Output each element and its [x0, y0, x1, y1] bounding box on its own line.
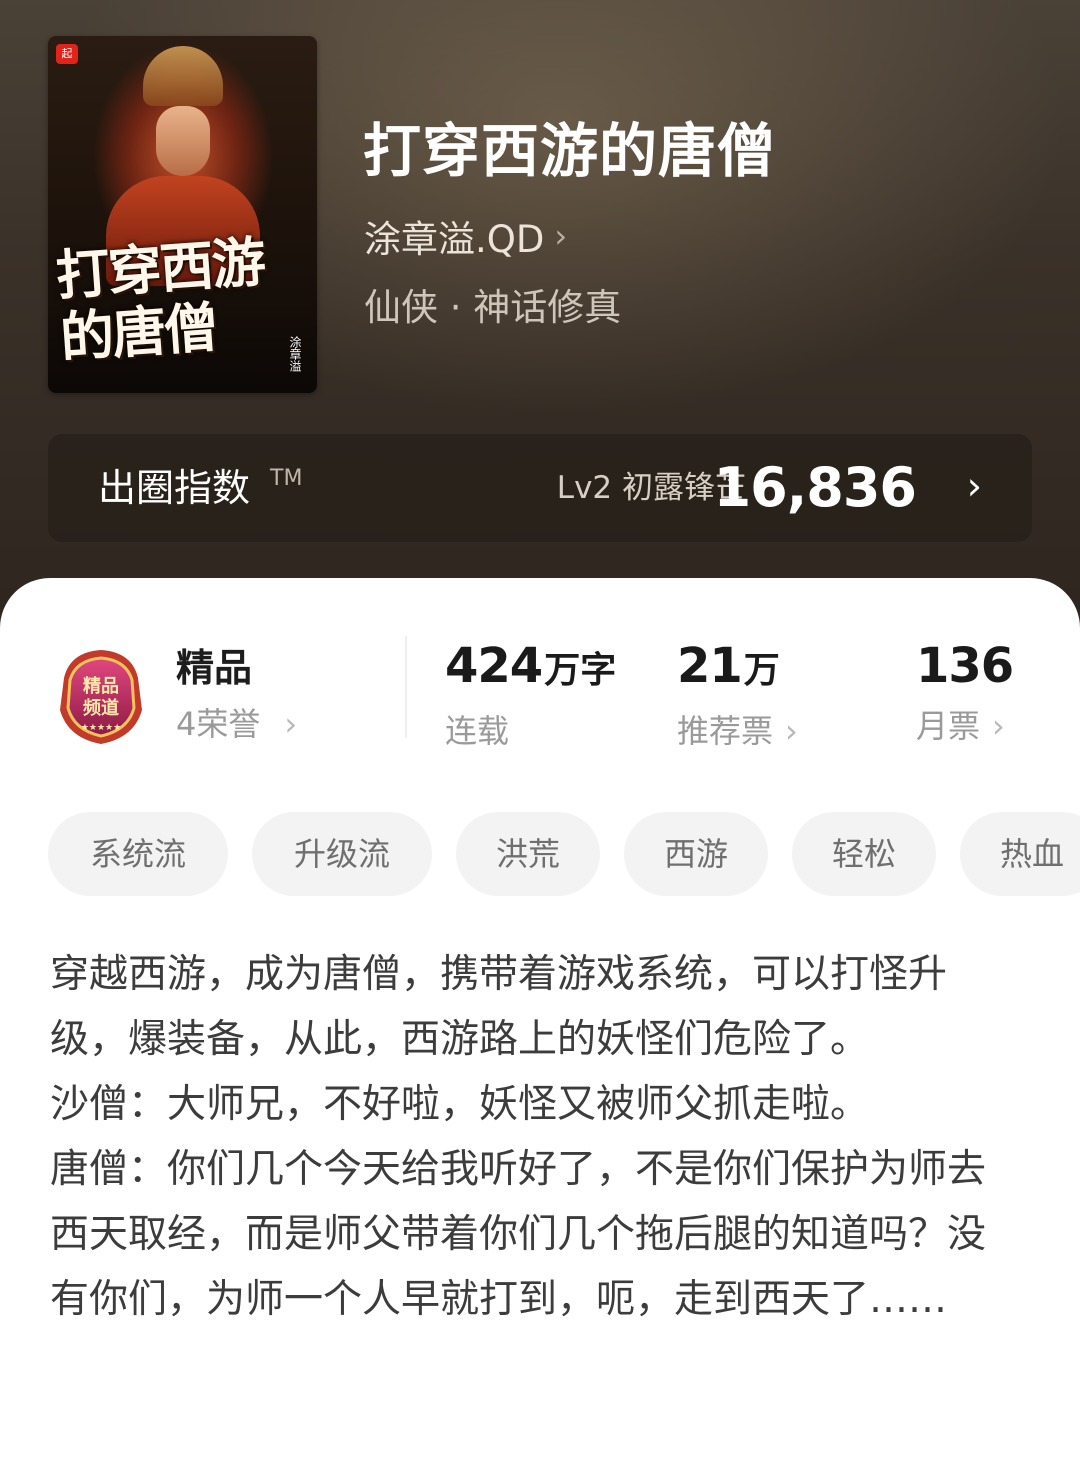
book-title: 打穿西游的唐僧 [363, 117, 777, 185]
book-header: 起 打穿西游的唐僧 涂章溢 打穿西游的唐僧 涂章溢.QD › 仙侠 · 神话修真… [0, 0, 1080, 640]
author-link[interactable]: 涂章溢.QD › [364, 210, 567, 262]
word-count-number: 424 [445, 638, 543, 694]
honors-count-row: 4荣誉 › [176, 696, 297, 752]
honors-count: 4荣誉 [176, 705, 261, 743]
book-genre: 仙侠 · 神话修真 [364, 286, 622, 329]
chevron-right-icon: › [785, 712, 798, 750]
word-count-stat: 424万字 连载 [445, 636, 616, 761]
chevron-right-icon: › [992, 707, 1005, 745]
word-count-unit: 万字 [544, 650, 617, 691]
monthly-votes-stat[interactable]: 136 月票 › [916, 636, 1014, 756]
cover-author-text: 涂章溢 [288, 336, 302, 372]
chevron-right-icon: › [966, 464, 982, 508]
tag-chip[interactable]: 轻松 [792, 812, 936, 896]
stats-divider [405, 636, 407, 738]
recommend-votes-stat[interactable]: 21万 推荐票 › [677, 636, 798, 761]
index-label: 出圈指数 [98, 466, 251, 510]
index-score: 16,836 [713, 456, 917, 519]
serial-status: 连载 [445, 712, 510, 750]
cover-crown-art [143, 46, 223, 106]
svg-text:频道: 频道 [83, 697, 119, 719]
trademark-mark: TM [270, 466, 303, 491]
book-description: 穿越西游，成为唐僧，携带着游戏系统，可以打怪升级，爆装备，从此，西游路上的妖怪们… [50, 952, 987, 1322]
monthly-votes-label: 月票 [916, 707, 981, 745]
book-cover[interactable]: 起 打穿西游的唐僧 涂章溢 [48, 36, 317, 393]
cover-title-text: 打穿西游的唐僧 [53, 229, 266, 370]
recommend-votes-unit: 万 [743, 650, 780, 691]
tag-chip[interactable]: 热血 [960, 812, 1080, 896]
recommend-votes-number: 21 [677, 638, 743, 694]
tag-list: 系统流 升级流 洪荒 西游 轻松 热血 [48, 812, 1080, 896]
cover-face-art [156, 106, 210, 176]
tag-chip[interactable]: 洪荒 [456, 812, 600, 896]
premium-title: 精品 [176, 646, 253, 690]
tag-chip[interactable]: 西游 [624, 812, 768, 896]
premium-channel-badge-icon: 精品 频道 ★★★★★ [60, 650, 142, 744]
recommend-votes-label: 推荐票 [677, 712, 774, 750]
monthly-votes-number: 136 [916, 638, 1014, 694]
chevron-right-icon: › [554, 217, 568, 255]
popularity-index-bar[interactable]: 出圈指数 TM Lv2 初露锋芒 16,836 › [48, 434, 1032, 542]
publisher-logo-icon: 起 [56, 44, 78, 64]
tag-chip[interactable]: 系统流 [48, 812, 228, 896]
chevron-right-icon: › [284, 705, 298, 743]
premium-honors[interactable]: 精品 4荣誉 › [176, 640, 297, 752]
author-name: 涂章溢.QD [364, 218, 545, 261]
svg-text:精品: 精品 [83, 675, 119, 697]
tag-chip[interactable]: 升级流 [252, 812, 432, 896]
svg-text:★★★★★: ★★★★★ [81, 723, 121, 733]
